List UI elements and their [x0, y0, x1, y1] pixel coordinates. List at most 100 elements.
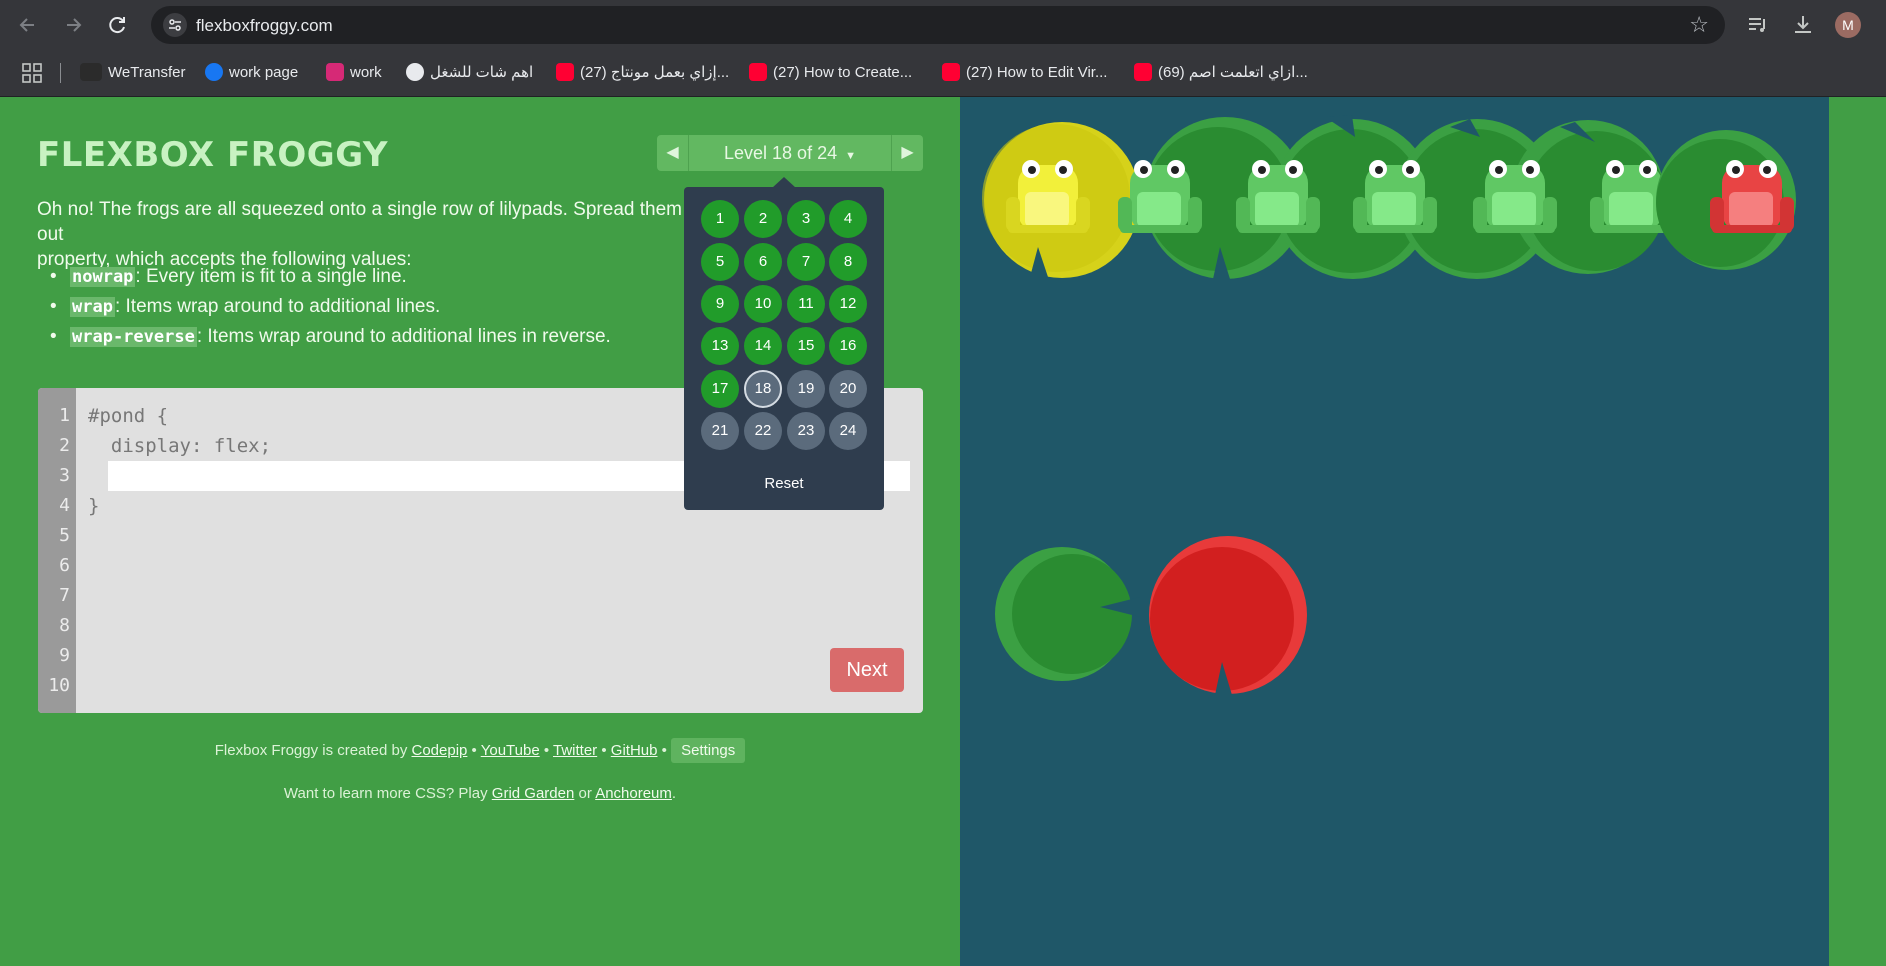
anchoreum-link[interactable]: Anchoreum: [595, 785, 672, 802]
learn-more: Want to learn more CSS? Play Grid Garden…: [0, 785, 960, 802]
level-indicator[interactable]: Level 18 of 24 ▼: [689, 135, 891, 171]
apps-grid-icon[interactable]: [22, 63, 42, 83]
bookmark-youtube-4[interactable]: (69) ازاي اتعلمت اصم...: [1134, 63, 1308, 85]
level-button[interactable]: 20: [829, 370, 867, 408]
bookmark-label: اهم شات للشغل: [430, 64, 534, 81]
learn-more-text: Want to learn more CSS? Play: [283, 785, 488, 802]
level-button[interactable]: 17: [701, 370, 739, 408]
youtube-link[interactable]: YouTube: [481, 742, 540, 759]
value-keyword: wrap-reverse: [70, 327, 197, 347]
line-number: 3: [59, 465, 70, 486]
next-level-button[interactable]: ▶: [891, 135, 923, 171]
media-controls-icon[interactable]: [1745, 12, 1771, 38]
level-button[interactable]: 7: [787, 243, 825, 281]
bookmarks-separator: [60, 63, 61, 83]
level-navigator: ◀ Level 18 of 24 ▼ ▶: [657, 135, 923, 171]
line-number: 9: [59, 645, 70, 666]
prev-level-button[interactable]: ◀: [657, 135, 689, 171]
line-number: 8: [59, 615, 70, 636]
learn-more-text: .: [671, 785, 677, 802]
wetransfer-icon: [80, 63, 102, 81]
download-icon[interactable]: [1790, 12, 1816, 38]
level-button[interactable]: 19: [787, 370, 825, 408]
level-button[interactable]: 3: [787, 200, 825, 238]
bookmark-work[interactable]: work: [326, 63, 382, 85]
value-description: : Items wrap around to additional lines.: [114, 296, 441, 317]
level-label: Level 18 of 24: [724, 143, 838, 163]
level-button[interactable]: 10: [744, 285, 782, 323]
reset-button[interactable]: Reset: [684, 475, 884, 492]
code-line: display: flex;: [88, 435, 272, 457]
instructions-line: Oh no! The frogs are all squeezed onto a…: [37, 199, 682, 245]
game-title: FLEXBOX FROGGY: [37, 135, 388, 175]
line-number: 7: [59, 585, 70, 606]
line-number: 4: [59, 495, 70, 516]
level-button[interactable]: 11: [787, 285, 825, 323]
address-bar[interactable]: flexboxfroggy.com ☆: [151, 6, 1725, 44]
github-link[interactable]: GitHub: [611, 742, 658, 759]
line-number: 5: [59, 525, 70, 546]
profile-avatar[interactable]: M: [1835, 12, 1861, 38]
line-number: 6: [59, 555, 70, 576]
bookmark-star-icon[interactable]: ☆: [1689, 12, 1709, 38]
caret-down-icon: ▼: [845, 150, 856, 162]
back-arrow-icon[interactable]: [14, 11, 42, 39]
site-info-icon[interactable]: [163, 13, 187, 37]
bookmark-label: (27) How to Edit Vir...: [966, 64, 1108, 81]
value-description: : Every item is fit to a single line.: [135, 266, 407, 287]
bookmark-chatgpt[interactable]: اهم شات للشغل: [406, 63, 533, 85]
level-button[interactable]: 24: [829, 412, 867, 450]
line-number-gutter: 1 2 3 4 5 6 7 8 9 10: [38, 388, 76, 713]
level-button[interactable]: 23: [787, 412, 825, 450]
level-button[interactable]: 13: [701, 327, 739, 365]
bookmark-youtube-2[interactable]: (27) How to Create...: [749, 63, 912, 85]
codepip-link[interactable]: Codepip: [412, 742, 468, 759]
chatgpt-icon: [406, 63, 424, 81]
youtube-icon: [942, 63, 960, 81]
level-button[interactable]: 16: [829, 327, 867, 365]
twitter-link[interactable]: Twitter: [553, 742, 597, 759]
level-button[interactable]: 6: [744, 243, 782, 281]
page-content: FLEXBOX FROGGY ◀ Level 18 of 24 ▼ ▶ Oh no…: [0, 97, 1886, 966]
bookmark-label: (27) How to Create...: [773, 64, 913, 81]
settings-button[interactable]: Settings: [671, 738, 746, 763]
level-button[interactable]: 2: [744, 200, 782, 238]
credits-text: Flexbox Froggy is created by: [214, 742, 408, 759]
level-button[interactable]: 14: [744, 327, 782, 365]
next-button[interactable]: Next: [830, 648, 904, 692]
level-button[interactable]: 21: [701, 412, 739, 450]
youtube-icon: [749, 63, 767, 81]
url-text[interactable]: flexboxfroggy.com: [196, 16, 333, 36]
bookmark-youtube-1[interactable]: (27) إزاي بعمل مونتاج...: [556, 63, 729, 85]
lilypad-red: [1149, 536, 1307, 695]
code-line: #pond {: [88, 405, 169, 427]
instagram-icon: [326, 63, 344, 81]
grid-garden-link[interactable]: Grid Garden: [492, 785, 575, 802]
forward-arrow-icon[interactable]: [59, 11, 87, 39]
line-number: 2: [59, 435, 70, 456]
pond-scene: [982, 115, 1796, 695]
bookmark-youtube-3[interactable]: (27) How to Edit Vir...: [942, 63, 1107, 85]
reload-icon[interactable]: [103, 11, 131, 39]
level-button[interactable]: 9: [701, 285, 739, 323]
level-button[interactable]: 4: [829, 200, 867, 238]
game-sidebar: FLEXBOX FROGGY ◀ Level 18 of 24 ▼ ▶ Oh no…: [0, 97, 960, 966]
youtube-icon: [556, 63, 574, 81]
level-button[interactable]: 15: [787, 327, 825, 365]
value-description: : Items wrap around to additional lines …: [196, 326, 611, 347]
bookmark-wetransfer[interactable]: WeTransfer: [80, 63, 186, 85]
list-item: nowrap: Every item is fit to a single li…: [50, 262, 611, 292]
bookmark-work-page[interactable]: work page: [205, 63, 298, 85]
level-button[interactable]: 22: [744, 412, 782, 450]
level-button[interactable]: 12: [829, 285, 867, 323]
level-button[interactable]: 1: [701, 200, 739, 238]
code-line: }: [88, 495, 100, 517]
level-button-current[interactable]: 18: [744, 370, 782, 408]
value-keyword: wrap: [70, 297, 115, 317]
values-list: nowrap: Every item is fit to a single li…: [50, 262, 611, 352]
bookmark-label: WeTransfer: [108, 64, 186, 81]
level-button[interactable]: 8: [829, 243, 867, 281]
browser-toolbar: flexboxfroggy.com ☆ M: [0, 0, 1886, 50]
level-button[interactable]: 5: [701, 243, 739, 281]
list-item: wrap-reverse: Items wrap around to addit…: [50, 322, 611, 352]
